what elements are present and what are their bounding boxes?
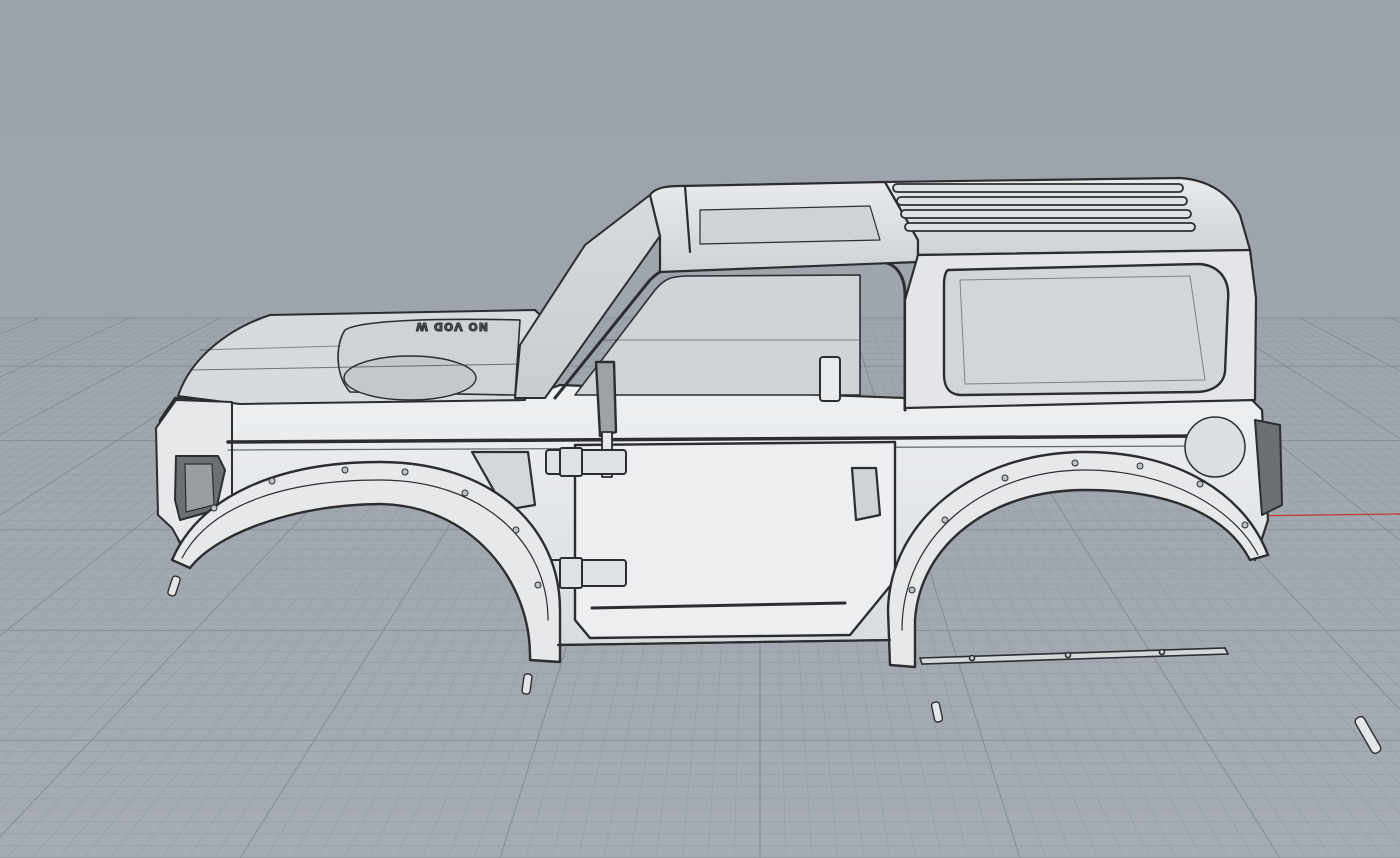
rear-side-window bbox=[942, 262, 1230, 397]
hood-emboss-text: NO VOD W bbox=[415, 320, 488, 333]
side-mirror bbox=[594, 360, 618, 438]
hood-vent bbox=[343, 355, 477, 401]
viewport-canvas[interactable]: NO VOD W bbox=[0, 0, 1400, 858]
inner-door-handle bbox=[819, 356, 841, 402]
exterior-door-handle bbox=[850, 466, 882, 522]
mounting-bracket bbox=[918, 647, 1230, 665]
perspective-viewport[interactable]: NO VOD W bbox=[0, 0, 1400, 858]
fuel-door bbox=[1184, 416, 1246, 478]
